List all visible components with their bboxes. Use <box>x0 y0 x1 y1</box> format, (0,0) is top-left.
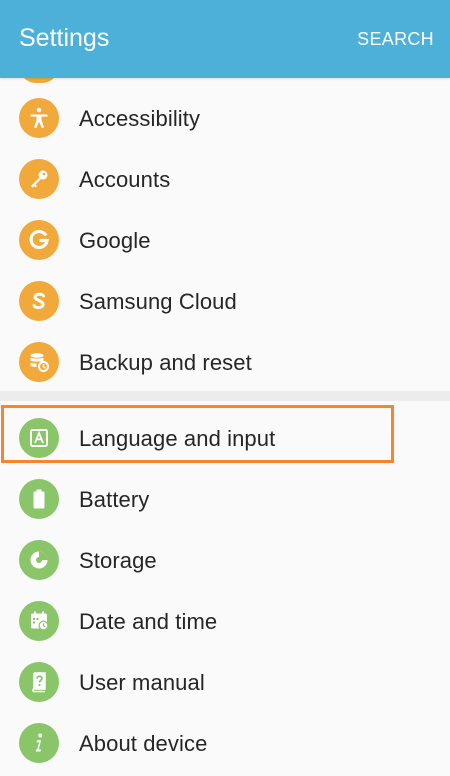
settings-item-label: Date and time <box>79 609 218 634</box>
settings-item-label: Backup and reset <box>79 350 252 375</box>
settings-item-label: Language and input <box>79 426 276 451</box>
settings-list: Accessibility Accounts Google Samsung Cl… <box>0 78 450 776</box>
settings-item-accounts[interactable]: Accounts <box>0 149 450 210</box>
google-icon <box>19 220 59 260</box>
settings-item-label: Google <box>79 228 151 253</box>
info-icon <box>19 723 59 763</box>
backup-icon <box>19 342 59 382</box>
settings-item-language-and-input[interactable]: Language and input <box>0 408 450 469</box>
section-divider <box>0 391 450 401</box>
settings-item-date-and-time[interactable]: Date and time <box>0 591 450 652</box>
settings-item-storage[interactable]: Storage <box>0 530 450 591</box>
settings-item-battery[interactable]: Battery <box>0 469 450 530</box>
settings-item-backup-and-reset[interactable]: Backup and reset <box>0 332 450 393</box>
search-button[interactable]: SEARCH <box>357 29 434 50</box>
settings-item-user-manual[interactable]: User manual <box>0 652 450 713</box>
settings-item-label: Accessibility <box>79 106 201 131</box>
page-title: Settings <box>19 24 110 52</box>
calendar-clock-icon <box>19 601 59 641</box>
settings-item-label: About device <box>79 731 208 756</box>
settings-item-google[interactable]: Google <box>0 210 450 271</box>
settings-item-label: User manual <box>79 670 205 695</box>
storage-icon <box>19 540 59 580</box>
partially-hidden-icon <box>19 78 59 83</box>
settings-item-samsung-cloud[interactable]: Samsung Cloud <box>0 271 450 332</box>
accessibility-icon <box>19 98 59 138</box>
settings-item-about-device[interactable]: About device <box>0 713 450 774</box>
app-bar: Settings SEARCH <box>0 0 450 78</box>
language-icon <box>19 418 59 458</box>
settings-item-accessibility[interactable]: Accessibility <box>0 88 450 149</box>
settings-item-label: Accounts <box>79 167 171 192</box>
settings-item-label: Storage <box>79 548 157 573</box>
settings-item-label: Samsung Cloud <box>79 289 237 314</box>
settings-item-label: Battery <box>79 487 150 512</box>
key-icon <box>19 159 59 199</box>
samsung-cloud-icon <box>19 281 59 321</box>
battery-icon <box>19 479 59 519</box>
user-manual-icon <box>19 662 59 702</box>
